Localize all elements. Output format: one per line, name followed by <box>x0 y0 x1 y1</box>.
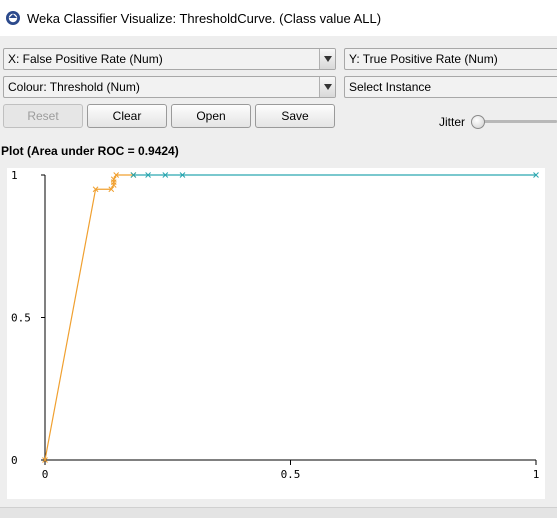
reset-button[interactable]: Reset <box>3 104 83 128</box>
y-axis-select-label: Y: True Positive Rate (Num) <box>349 52 498 66</box>
chevron-down-icon <box>319 77 335 97</box>
clear-button[interactable]: Clear <box>87 104 167 128</box>
chevron-down-icon <box>319 49 335 69</box>
x-axis-select[interactable]: X: False Positive Rate (Num) <box>3 48 336 70</box>
window-title: Weka Classifier Visualize: ThresholdCurv… <box>27 10 382 26</box>
plot-title: Plot (Area under ROC = 0.9424) <box>1 144 179 158</box>
roc-series-line <box>44 174 134 461</box>
x-tick-label: 0.5 <box>281 468 301 481</box>
plot-panel[interactable]: 0 0.5 1 0 0.5 1 <box>7 168 545 499</box>
open-button[interactable]: Open <box>171 104 251 128</box>
roc-chart: 0 0.5 1 0 0.5 1 <box>11 169 540 481</box>
x-axis-select-label: X: False Positive Rate (Num) <box>8 52 163 66</box>
x-tick-label: 0 <box>42 468 49 481</box>
y-tick-label: 0 <box>11 454 18 467</box>
save-button[interactable]: Save <box>255 104 335 128</box>
y-axis-select[interactable]: Y: True Positive Rate (Num) <box>344 48 557 70</box>
colour-select-label: Colour: Threshold (Num) <box>8 80 140 94</box>
y-tick-label: 1 <box>11 169 18 182</box>
select-instance-select[interactable]: Select Instance <box>344 76 557 98</box>
title-bar: Weka Classifier Visualize: ThresholdCurv… <box>0 0 557 36</box>
select-instance-label: Select Instance <box>349 80 432 94</box>
jitter-slider-track[interactable] <box>476 120 557 123</box>
jitter-label: Jitter <box>439 115 466 129</box>
status-bar <box>0 507 557 518</box>
weka-app-icon <box>6 11 20 25</box>
y-tick-label: 0.5 <box>11 312 31 325</box>
x-tick-label: 1 <box>533 468 540 481</box>
jitter-slider-handle[interactable] <box>471 115 485 129</box>
colour-select[interactable]: Colour: Threshold (Num) <box>3 76 336 98</box>
